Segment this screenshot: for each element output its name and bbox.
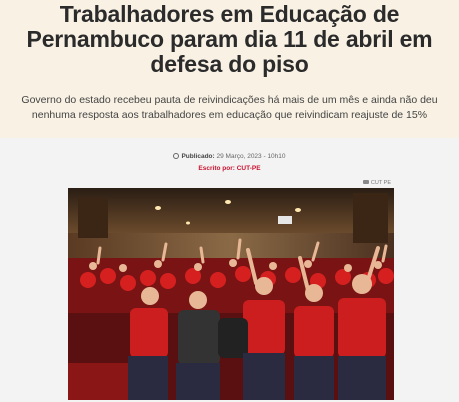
article-subtitle: Governo do estado recebeu pauta de reivi… — [21, 94, 438, 121]
published-date: 29 Março, 2023 - 10h10 — [216, 153, 286, 160]
published-label: Publicado: — [181, 153, 215, 160]
author-label: Escrito por: — [198, 165, 235, 172]
assembly-photo-illustration — [68, 188, 394, 400]
clock-icon — [173, 153, 180, 159]
published-line: Publicado: 29 Março, 2023 - 10h10 — [0, 152, 459, 161]
article-headline: Trabalhadores em Educação de Pernambuco … — [26, 1, 433, 77]
author-line: Escrito por: CUT-PE — [0, 164, 459, 173]
photo-credit: CUT PE — [362, 179, 391, 187]
article-photo — [68, 188, 394, 400]
author-name[interactable]: CUT-PE — [237, 165, 261, 172]
camera-icon — [362, 180, 369, 184]
photo-credit-text: CUT PE — [370, 180, 391, 186]
